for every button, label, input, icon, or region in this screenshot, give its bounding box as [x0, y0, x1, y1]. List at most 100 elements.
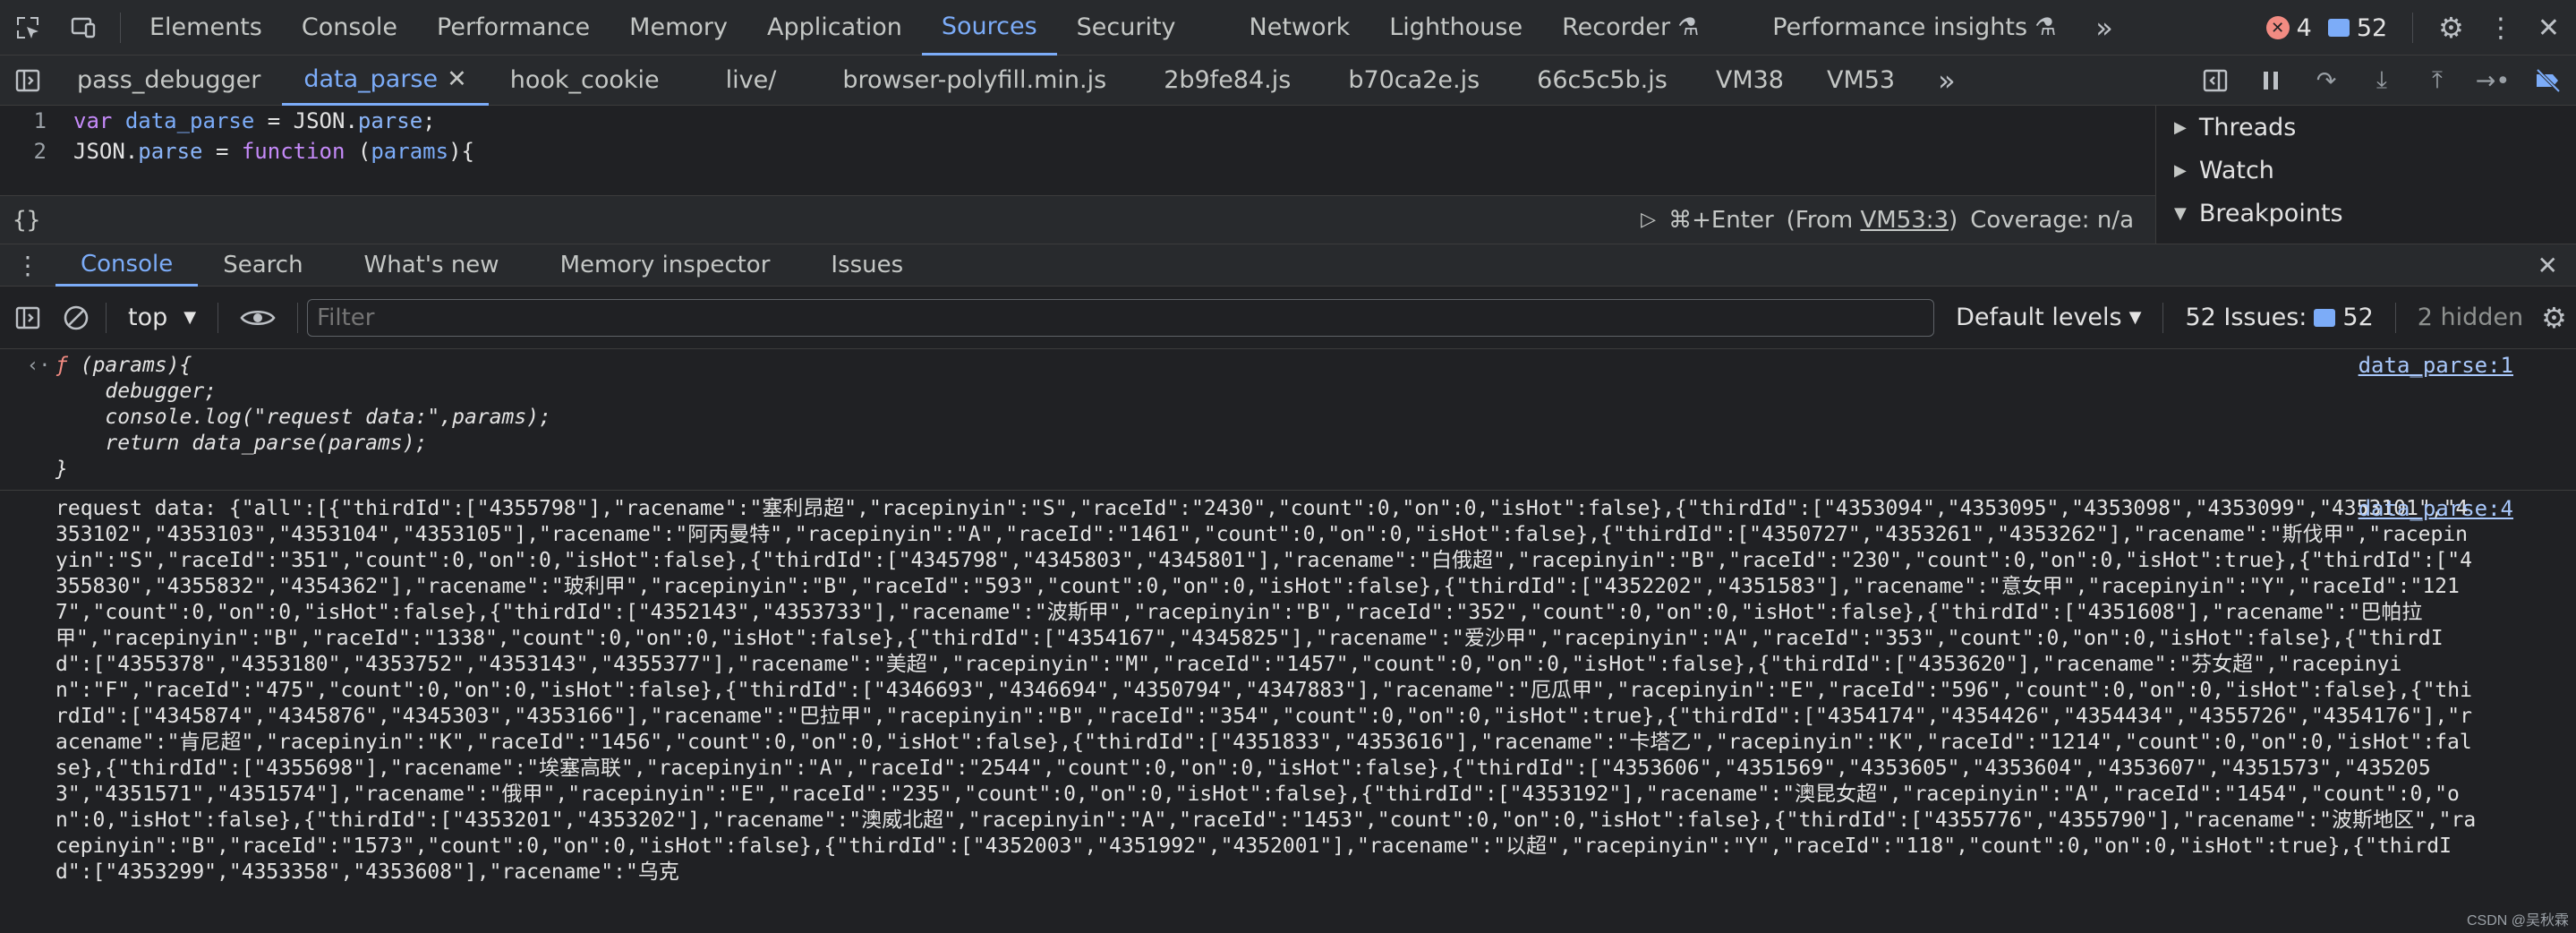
file-tab-data-parse-label: data_parse — [303, 64, 439, 93]
code-keyword: function — [241, 139, 345, 164]
settings-gear-icon[interactable]: ⚙ — [2438, 11, 2464, 45]
console-settings-gear-icon[interactable]: ⚙ — [2536, 301, 2567, 335]
tab-console[interactable]: Console — [282, 0, 417, 56]
line-number: 1 — [33, 108, 47, 133]
toolbar-divider — [106, 302, 107, 333]
step-icon[interactable]: →• — [2465, 67, 2521, 95]
errors-badge[interactable]: ✕ 4 — [2265, 13, 2312, 42]
pause-resume-icon[interactable] — [2243, 68, 2299, 93]
drawer-tab-issues[interactable]: Issues — [795, 244, 928, 287]
expand-arrow-icon: ▶ — [2174, 117, 2187, 137]
inspect-element-icon[interactable] — [0, 0, 55, 56]
tab-performance-insights[interactable]: Performance insights ⚗ — [1719, 0, 2076, 56]
expand-arrow-icon: ▶ — [2174, 160, 2187, 180]
tab-recorder-label: Recorder — [1562, 13, 1671, 41]
pretty-print-button[interactable]: {} — [0, 207, 40, 234]
close-drawer-icon[interactable]: ✕ — [2538, 251, 2558, 280]
file-tab-browser-polyfill[interactable]: browser-polyfill.min.js — [821, 56, 1128, 106]
step-over-icon[interactable]: ↷ — [2299, 67, 2354, 95]
source-origin: (From VM53:3) — [1787, 207, 1958, 234]
more-tabs-button[interactable]: » — [2076, 0, 2133, 56]
tab-sources[interactable]: Sources — [921, 0, 1057, 56]
toggle-navigator-icon[interactable] — [0, 56, 55, 106]
source-origin-prefix: (From — [1786, 206, 1861, 234]
device-toolbar-icon[interactable] — [55, 0, 111, 56]
drawer-tab-whats-new[interactable]: What's new — [328, 244, 535, 287]
code-editor[interactable]: 1 var data_parse = JSON. parse; 2 JSON. pa… — [0, 106, 2155, 195]
tab-network[interactable]: Network — [1230, 0, 1370, 56]
console-message-function: ‹· data_parse:1 ƒ (params){ debugger; co… — [0, 349, 2576, 491]
source-origin-link[interactable]: VM53:3 — [1860, 207, 1949, 234]
close-devtools-icon[interactable]: ✕ — [2538, 13, 2560, 44]
tab-lighthouse[interactable]: Lighthouse — [1369, 0, 1542, 56]
devtools-main-toolbar: Elements Console Performance Memory Appl… — [0, 0, 2576, 56]
tab-recorder[interactable]: Recorder ⚗ — [1542, 0, 1719, 56]
line-number: 2 — [33, 139, 47, 164]
console-filter-input[interactable] — [307, 298, 1935, 337]
console-sidebar-icon[interactable] — [0, 305, 55, 330]
run-snippet-icon[interactable]: ▷ — [1641, 209, 1656, 231]
function-line: return data_parse(params); — [55, 432, 428, 455]
code-text: JSON. — [73, 139, 139, 164]
source-link[interactable]: data_parse:4 — [2358, 496, 2513, 521]
issues-counter[interactable]: 52 Issues: 52 — [2172, 304, 2385, 331]
file-tab-hook-cookie[interactable]: hook_cookie — [489, 56, 681, 106]
live-expression-eye-icon[interactable] — [227, 307, 288, 329]
file-tab-vm53[interactable]: VM53 — [1805, 56, 1916, 106]
console-output[interactable]: ‹· data_parse:1 ƒ (params){ debugger; co… — [0, 349, 2576, 933]
file-tab-vm38[interactable]: VM38 — [1689, 56, 1805, 106]
file-tab-data-parse[interactable]: data_parse ✕ — [282, 56, 489, 106]
tab-memory[interactable]: Memory — [610, 0, 747, 56]
errors-count: 4 — [2296, 13, 2312, 42]
file-tab-live[interactable]: live/ — [681, 56, 822, 106]
section-threads[interactable]: ▶ Threads — [2156, 106, 2576, 149]
debugger-sidebar: ▶ Threads ▶ Watch ▼ Breakpoints — [2155, 106, 2576, 244]
more-file-tabs-button[interactable]: » — [1916, 56, 1977, 106]
log-levels-dropdown[interactable]: Default levels ▼ — [1943, 304, 2154, 331]
tab-elements[interactable]: Elements — [130, 0, 282, 56]
tab-application[interactable]: Application — [747, 0, 922, 56]
clear-console-icon[interactable] — [55, 304, 97, 331]
code-text: = — [202, 139, 242, 164]
source-link[interactable]: data_parse:1 — [2358, 353, 2513, 378]
code-param: params — [371, 139, 449, 164]
drawer-tab-search[interactable]: Search — [198, 244, 328, 287]
context-selector[interactable]: top ▼ — [115, 304, 209, 331]
issues-label: 52 Issues: — [2185, 304, 2307, 331]
request-data-text[interactable]: request data: {"all":[{"thirdId":["43557… — [55, 496, 2513, 886]
tab-performance-insights-label: Performance insights — [1772, 13, 2028, 41]
messages-badge[interactable]: 52 — [2327, 14, 2387, 42]
tab-performance[interactable]: Performance — [417, 0, 610, 56]
file-tab-pass-debugger[interactable]: pass_debugger — [55, 56, 282, 106]
deactivate-breakpoints-icon[interactable] — [2521, 68, 2576, 93]
file-tab-2b9fe84[interactable]: 2b9fe84.js — [1128, 56, 1312, 106]
step-out-icon[interactable]: ⤒ — [2410, 66, 2465, 95]
drawer-menu-icon[interactable]: ⋮ — [0, 251, 55, 280]
file-tab-66c5c5b[interactable]: 66c5c5b.js — [1501, 56, 1689, 106]
flask-icon: ⚗ — [1677, 13, 1700, 41]
console-toolbar: top ▼ Default levels ▼ 52 Issues: 52 2 h… — [0, 287, 2576, 349]
toolbar-divider — [2412, 13, 2414, 43]
section-breakpoints[interactable]: ▼ Breakpoints — [2156, 192, 2576, 235]
section-watch[interactable]: ▶ Watch — [2156, 149, 2576, 192]
drawer-tab-memory-inspector[interactable]: Memory inspector — [535, 244, 796, 287]
dropdown-arrow-icon: ▼ — [183, 308, 197, 327]
function-line: ƒ (params){ — [55, 353, 2513, 379]
more-options-icon[interactable]: ⋮ — [2480, 13, 2521, 44]
toggle-debugger-sidebar-icon[interactable] — [2188, 68, 2243, 93]
console-message-log: data_parse:4 request data: {"all":[{"thi… — [0, 491, 2576, 893]
function-line: } — [55, 458, 68, 481]
code-text: ){ — [448, 139, 474, 164]
flask-icon: ⚗ — [2034, 13, 2057, 41]
close-tab-icon[interactable]: ✕ — [447, 65, 467, 93]
function-glyph: ƒ — [55, 354, 68, 377]
drawer-tab-console[interactable]: Console — [55, 244, 199, 287]
tab-security[interactable]: Security — [1057, 0, 1230, 56]
toolbar-divider — [2162, 302, 2164, 333]
toolbar-divider — [2394, 302, 2396, 333]
hidden-messages-count: 2 hidden — [2417, 304, 2524, 331]
step-into-icon[interactable]: ⤓ — [2354, 66, 2410, 95]
file-tab-b70ca2e[interactable]: b70ca2e.js — [1312, 56, 1501, 106]
code-line: 2 JSON. parse = function (params){ — [0, 136, 2155, 167]
editor-status-bar: {} ▷ ⌘+Enter (From VM53:3) Coverage: n/a — [0, 195, 2155, 244]
